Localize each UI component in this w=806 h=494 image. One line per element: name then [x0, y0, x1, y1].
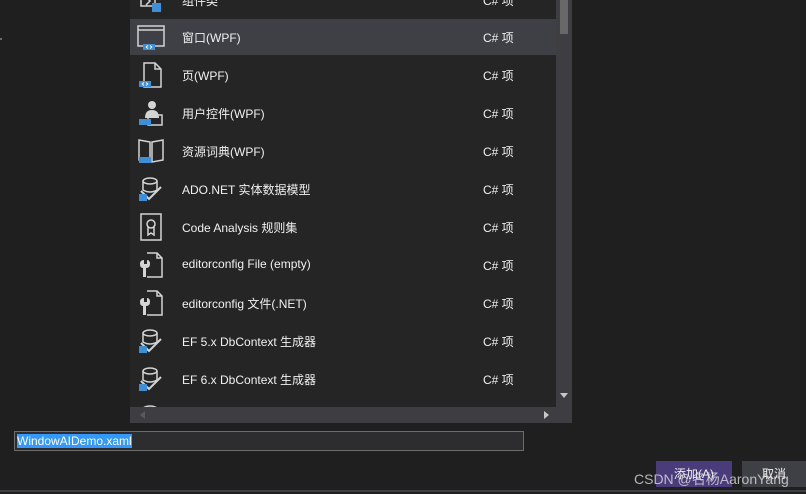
item-type: C# 项	[483, 69, 514, 83]
list-item-component-class[interactable]: 组件类 C# 项	[130, 0, 556, 18]
list-item-ef5-dbcontext-generator[interactable]: EF 5.x DbContext 生成器 C# 项	[130, 323, 556, 359]
category-pane	[0, 0, 130, 428]
scrollbar-corner	[556, 407, 572, 423]
horizontal-scrollbar[interactable]	[130, 407, 556, 423]
vertical-scrollbar[interactable]	[556, 0, 572, 407]
add-new-item-dialog: 组件类 C# 项 窗口(WPF) C# 项 页(WPF) C# 项 用户控件(W…	[0, 0, 806, 494]
item-name: ADO.NET 实体数据模型	[182, 183, 311, 197]
list-item-code-analysis-rule-set[interactable]: Code Analysis 规则集 C# 项	[130, 209, 556, 245]
list-item-wpf-user-control[interactable]: 用户控件(WPF) C# 项	[130, 95, 556, 131]
ef-generator-icon	[136, 364, 166, 394]
ef-generator-icon	[136, 326, 166, 356]
item-type: C# 项	[483, 373, 514, 387]
item-name: 用户控件(WPF)	[182, 107, 265, 121]
scroll-right-arrow-icon[interactable]	[544, 411, 549, 419]
list-item-wpf-resource-dictionary[interactable]: 资源词典(WPF) C# 项	[130, 133, 556, 169]
wpf-user-control-icon	[136, 98, 166, 128]
list-item-wpf-window[interactable]: 窗口(WPF) C# 项	[130, 19, 556, 55]
scroll-down-arrow-icon[interactable]	[560, 393, 568, 398]
item-type: C# 项	[483, 145, 514, 159]
details-pane	[572, 0, 806, 428]
item-template-list[interactable]: 组件类 C# 项 窗口(WPF) C# 项 页(WPF) C# 项 用户控件(W…	[130, 0, 556, 407]
watermark: CSDN @名杨AaronYang	[634, 471, 789, 487]
file-name-input[interactable]	[14, 431, 524, 451]
item-type: C# 项	[483, 107, 514, 121]
wpf-resource-dictionary-icon	[136, 136, 166, 166]
item-type: C# 项	[483, 221, 514, 235]
scrollbar-thumb[interactable]	[560, 0, 568, 34]
entity-data-model-icon	[136, 174, 166, 204]
item-name: 组件类	[182, 0, 219, 8]
item-type: C# 项	[483, 0, 514, 8]
item-name: 窗口(WPF)	[182, 31, 241, 45]
item-type: C# 项	[483, 183, 514, 197]
list-item-partial[interactable]	[130, 399, 556, 407]
scroll-left-arrow-icon[interactable]	[140, 411, 145, 419]
editorconfig-file-icon	[136, 250, 166, 280]
item-name: 资源词典(WPF)	[182, 145, 265, 159]
item-name: editorconfig File (empty)	[182, 257, 311, 271]
list-item-editorconfig-dotnet[interactable]: editorconfig 文件(.NET) C# 项	[130, 285, 556, 321]
editorconfig-dotnet-icon	[136, 288, 166, 318]
component-class-icon	[136, 0, 166, 15]
item-name: 页(WPF)	[182, 69, 229, 83]
item-name: editorconfig 文件(.NET)	[182, 297, 307, 311]
item-type: C# 项	[483, 31, 514, 45]
item-name: Code Analysis 规则集	[182, 221, 298, 235]
category-tree-marker	[0, 38, 2, 40]
item-type: C# 项	[483, 335, 514, 349]
rule-set-icon	[136, 212, 166, 242]
item-type: C# 项	[483, 259, 514, 273]
bottom-divider	[0, 490, 806, 492]
item-type: C# 项	[483, 297, 514, 311]
wpf-page-icon	[136, 60, 166, 90]
list-item-wpf-page[interactable]: 页(WPF) C# 项	[130, 57, 556, 93]
list-item-entity-data-model[interactable]: ADO.NET 实体数据模型 C# 项	[130, 171, 556, 207]
item-name: EF 5.x DbContext 生成器	[182, 335, 317, 349]
item-name: EF 6.x DbContext 生成器	[182, 373, 317, 387]
wpf-window-icon	[136, 22, 166, 52]
list-item-editorconfig-empty[interactable]: editorconfig File (empty) C# 项	[130, 247, 556, 283]
list-item-ef6-dbcontext-generator[interactable]: EF 6.x DbContext 生成器 C# 项	[130, 361, 556, 397]
